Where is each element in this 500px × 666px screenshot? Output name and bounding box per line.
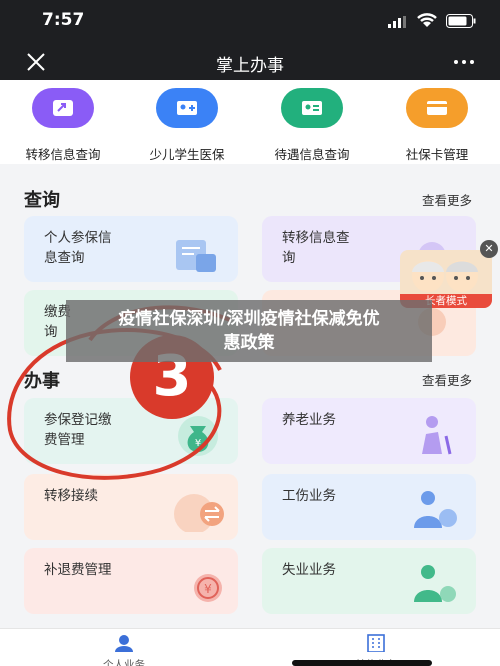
unemployed-person-icon bbox=[414, 565, 456, 602]
status-bar: 7:57 bbox=[0, 0, 500, 44]
query-see-more-link[interactable]: 查看更多 bbox=[422, 190, 472, 209]
home-indicator bbox=[292, 660, 432, 666]
profile-card-icon bbox=[281, 88, 343, 128]
card-label: 个人参保信 bbox=[44, 230, 112, 246]
card-label: 息查询 bbox=[44, 250, 85, 266]
id-card-plus-icon bbox=[156, 88, 218, 128]
building-icon bbox=[367, 634, 385, 653]
card-personal-insurance-query[interactable]: 个人参保信 息查询 bbox=[24, 216, 238, 282]
tab-label: 个人业务 bbox=[103, 659, 145, 666]
signal-icon bbox=[388, 16, 406, 28]
share-arrow-icon bbox=[32, 88, 94, 128]
shortcut-label: 待遇信息查询 bbox=[274, 147, 350, 162]
refund-coin-icon: ¥ bbox=[194, 574, 222, 602]
person-icon bbox=[115, 635, 133, 652]
injured-person-icon bbox=[414, 491, 457, 528]
article-title-banner: 疫情社保深圳/深圳疫情社保减免优 惠政策 bbox=[66, 300, 432, 362]
svg-text:¥: ¥ bbox=[204, 582, 212, 596]
card-refund-management[interactable]: 补退费管理 ¥ bbox=[24, 548, 238, 614]
card-label: 转移信息查 bbox=[282, 230, 350, 246]
wifi-icon bbox=[417, 13, 437, 27]
shortcut-label: 转移信息查询 bbox=[25, 147, 101, 162]
document-insurance-icon bbox=[176, 240, 216, 272]
section-title-query: 查询 bbox=[24, 190, 60, 211]
banner-line: 疫情社保深圳/深圳疫情社保减免优 bbox=[118, 309, 380, 329]
clock: 7:57 bbox=[42, 10, 85, 30]
battery-icon bbox=[446, 14, 476, 28]
shortcut-card-management[interactable]: 社保卡管理 bbox=[382, 88, 492, 163]
page-title: 掌上办事 bbox=[216, 56, 284, 76]
services-see-more-link[interactable]: 查看更多 bbox=[422, 370, 472, 389]
shortcut-benefit-query[interactable]: 待遇信息查询 bbox=[257, 88, 367, 163]
elderly-couple-icon bbox=[412, 260, 478, 292]
bank-card-icon bbox=[406, 88, 468, 128]
shortcut-row: 转移信息查询 少儿学生医保 待遇信息查询 社保卡管理 bbox=[0, 80, 500, 164]
tab-personal-business[interactable]: 个人业务 bbox=[64, 634, 184, 666]
shortcut-transfer-query[interactable]: 转移信息查询 bbox=[8, 88, 118, 163]
shortcut-child-insurance[interactable]: 少儿学生医保 bbox=[132, 88, 242, 163]
card-label: 补退费管理 bbox=[44, 562, 112, 578]
shortcut-label: 社保卡管理 bbox=[405, 147, 469, 162]
elder-mode-close-icon[interactable]: ✕ bbox=[480, 240, 498, 258]
card-label: 失业业务 bbox=[282, 562, 336, 578]
card-unemployment[interactable]: 失业业务 bbox=[262, 548, 476, 614]
elderly-person-icon bbox=[422, 416, 452, 455]
more-menu-icon[interactable] bbox=[452, 52, 476, 72]
shortcut-label: 少儿学生医保 bbox=[149, 147, 225, 162]
app-header: 掌上办事 bbox=[0, 44, 500, 80]
card-label: 询 bbox=[282, 250, 296, 266]
banner-line: 惠政策 bbox=[223, 333, 275, 353]
